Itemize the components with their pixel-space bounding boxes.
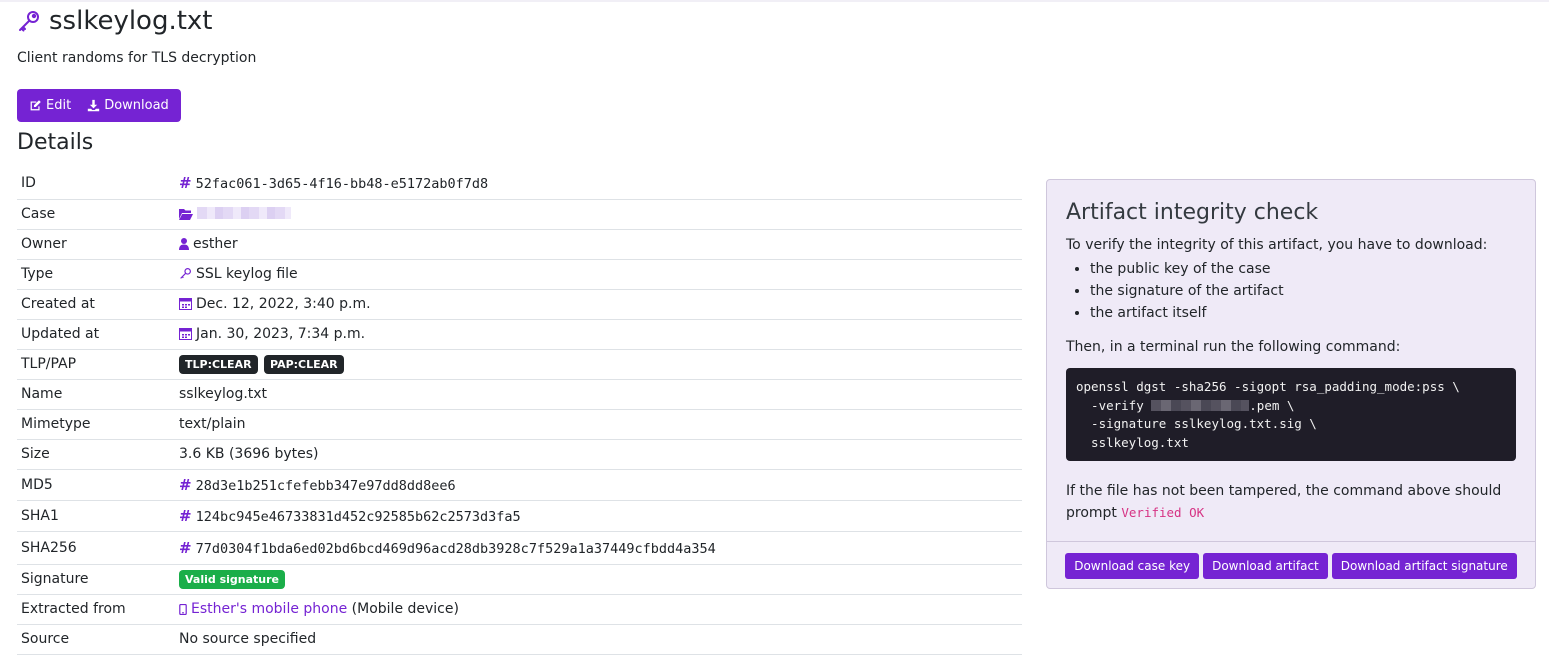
integrity-heading: Artifact integrity check (1066, 200, 1319, 225)
table-row-type: Type SSL keylog file (17, 259, 1022, 290)
sha256-value: 77d0304f1bda6ed02bd6bcd469d96acd28db3928… (195, 540, 716, 557)
row-label: SHA1 (17, 500, 175, 532)
row-label: Updated at (17, 319, 175, 350)
table-row-sha1: SHA1 #124bc945e46733831d452c92585b62c257… (17, 500, 1022, 532)
source-value: No source specified (175, 624, 1022, 655)
calendar-icon (179, 298, 192, 310)
type-value: SSL keylog file (196, 266, 298, 282)
edit-button[interactable]: Edit (29, 98, 71, 113)
row-label: Mimetype (17, 409, 175, 440)
table-row-extracted-from: Extracted from Esther's mobile phone (Mo… (17, 594, 1022, 625)
table-row-md5: MD5 #28d3e1b251cfefebb347e97dd8dd8ee6 (17, 469, 1022, 501)
page-header: sslkeylog.txt (17, 6, 213, 36)
download-button[interactable]: Download (87, 98, 169, 113)
code-line-1: openssl dgst -sha256 -sigopt rsa_padding… (1076, 379, 1460, 394)
redacted-key-name (1151, 399, 1250, 411)
key-icon (19, 11, 39, 32)
device-type: (Mobile device) (351, 601, 459, 617)
owner-value: esther (193, 236, 238, 252)
table-row-case: Case (17, 199, 1022, 230)
key-icon (180, 268, 191, 279)
table-row-sha256: SHA256 #77d0304f1bda6ed02bd6bcd469d96acd… (17, 531, 1022, 565)
signature-badge: Valid signature (179, 569, 285, 589)
row-label: Case (17, 199, 175, 230)
download-list: the public key of the case the signature… (1066, 259, 1284, 325)
row-label: Owner (17, 229, 175, 260)
hash-icon: # (179, 173, 192, 192)
calendar-icon (179, 328, 192, 340)
list-item: the signature of the artifact (1090, 281, 1284, 303)
row-label: Signature (17, 564, 175, 595)
row-label: Size (17, 439, 175, 470)
verified-ok-text: Verified OK (1121, 505, 1205, 520)
download-case-key-button[interactable]: Download case key (1065, 552, 1200, 579)
details-heading: Details (17, 130, 94, 155)
updated-value: Jan. 30, 2023, 7:34 p.m. (196, 326, 366, 342)
edit-icon (30, 100, 41, 111)
integrity-check-panel: Artifact integrity check To verify the i… (1046, 179, 1536, 589)
mimetype-value: text/plain (175, 409, 1022, 440)
table-row-owner: Owner esther (17, 229, 1022, 260)
row-label: Type (17, 259, 175, 290)
row-label: SHA256 (17, 531, 175, 565)
code-line-4: sslkeylog.txt (1076, 434, 1189, 450)
row-label: Name (17, 379, 175, 410)
page-subtitle: Client randoms for TLS decryption (17, 50, 257, 66)
action-button-group: Edit Download (17, 89, 181, 122)
table-row-created: Created at Dec. 12, 2022, 3:40 p.m. (17, 289, 1022, 320)
table-row-name: Name sslkeylog.txt (17, 379, 1022, 410)
integrity-outro: If the file has not been tampered, the c… (1066, 481, 1506, 524)
table-row-tlp-pap: TLP/PAP TLP:CLEAR PAP:CLEAR (17, 349, 1022, 380)
device-link[interactable]: Esther's mobile phone (191, 601, 347, 617)
row-label: Created at (17, 289, 175, 320)
page-title: sslkeylog.txt (49, 6, 213, 36)
table-row-signature: Signature Valid signature (17, 564, 1022, 595)
terminal-instruction: Then, in a terminal run the following co… (1066, 339, 1401, 355)
mobile-phone-icon (179, 604, 187, 615)
download-artifact-button[interactable]: Download artifact (1203, 552, 1328, 579)
details-table: ID #52fac061-3d65-4f16-bb48-e5172ab0f7d8… (17, 167, 1022, 655)
table-row-source: Source No source specified (17, 624, 1022, 655)
md5-value: 28d3e1b251cfefebb347e97dd8dd8ee6 (195, 477, 456, 494)
case-link-redacted[interactable] (197, 207, 291, 219)
integrity-intro: To verify the integrity of this artifact… (1066, 237, 1488, 253)
pap-badge: PAP:CLEAR (264, 354, 344, 374)
row-label: ID (17, 167, 175, 200)
row-label: Extracted from (17, 594, 175, 625)
row-label: MD5 (17, 469, 175, 501)
download-artifact-signature-button[interactable]: Download artifact signature (1331, 552, 1517, 579)
name-value: sslkeylog.txt (175, 379, 1022, 410)
row-label: Source (17, 624, 175, 655)
folder-open-icon (179, 209, 193, 220)
table-row-size: Size 3.6 KB (3696 bytes) (17, 439, 1022, 470)
top-border (0, 0, 1549, 2)
code-line-2-prefix: -verify (1076, 397, 1152, 413)
table-row-id: ID #52fac061-3d65-4f16-bb48-e5172ab0f7d8 (17, 167, 1022, 200)
edit-button-label: Edit (46, 98, 72, 113)
download-icon (88, 99, 100, 112)
size-value: 3.6 KB (3696 bytes) (175, 439, 1022, 470)
hash-icon: # (179, 506, 192, 525)
panel-footer: Download case key Download artifact Down… (1047, 541, 1535, 589)
id-value: 52fac061-3d65-4f16-bb48-e5172ab0f7d8 (195, 175, 489, 192)
table-row-updated: Updated at Jan. 30, 2023, 7:34 p.m. (17, 319, 1022, 350)
code-line-2-suffix: .pem \ (1249, 397, 1295, 413)
download-button-label: Download (104, 98, 169, 113)
table-row-mimetype: Mimetype text/plain (17, 409, 1022, 440)
list-item: the artifact itself (1090, 303, 1284, 325)
command-code-block: openssl dgst -sha256 -sigopt rsa_padding… (1066, 368, 1516, 461)
hash-icon: # (179, 538, 192, 557)
hash-icon: # (179, 475, 192, 494)
user-icon (179, 238, 189, 250)
code-line-3: -signature sslkeylog.txt.sig \ (1076, 416, 1317, 431)
list-item: the public key of the case (1090, 259, 1284, 281)
sha1-value: 124bc945e46733831d452c92585b62c2573d3fa5 (195, 508, 521, 525)
created-value: Dec. 12, 2022, 3:40 p.m. (196, 296, 371, 312)
tlp-badge: TLP:CLEAR (179, 354, 258, 374)
row-label: TLP/PAP (17, 349, 175, 380)
